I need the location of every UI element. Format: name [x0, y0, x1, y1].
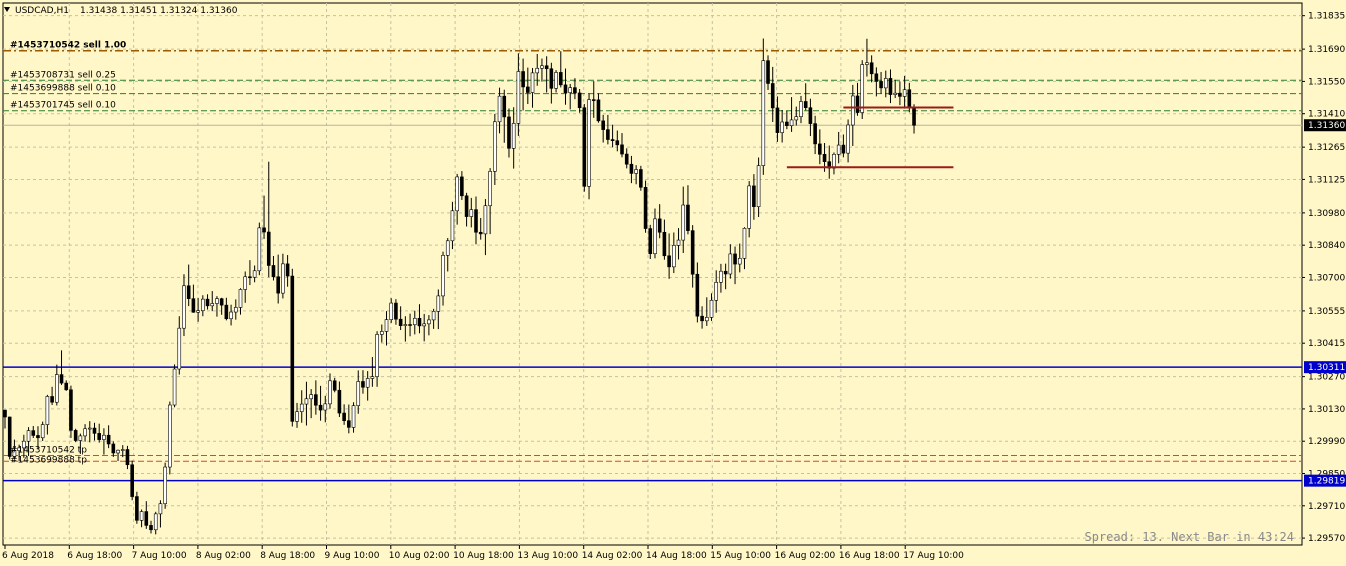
- svg-text:1.29819: 1.29819: [1308, 477, 1345, 487]
- svg-text:1.30311: 1.30311: [1308, 363, 1345, 373]
- candle: [172, 364, 177, 408]
- y-tick-label: 1.30840: [1308, 241, 1345, 251]
- x-tick-label: 6 Aug 18:00: [67, 551, 122, 561]
- order-label: #1453708731 sell 0.25: [10, 70, 116, 80]
- level-price-tag: 1.30311: [1304, 361, 1346, 374]
- candle: [639, 165, 643, 191]
- x-tick-label: 7 Aug 10:00: [132, 551, 187, 561]
- ohlc-text: 1.31438 1.31451 1.31324 1.31360: [80, 6, 238, 16]
- y-tick-label: 1.30700: [1308, 273, 1345, 283]
- candle: [163, 462, 167, 509]
- y-tick-label: 1.30130: [1308, 405, 1345, 415]
- order-label: #1453701745 sell 0.10: [10, 101, 116, 111]
- y-tick-label: 1.31265: [1308, 143, 1345, 153]
- y-tick-label: 1.31550: [1308, 77, 1345, 87]
- candle: [69, 385, 73, 438]
- y-tick-label: 1.31410: [1308, 110, 1345, 120]
- candle: [257, 222, 262, 276]
- order-label: #1453699888 sell 0.10: [10, 84, 116, 94]
- candle: [73, 428, 78, 443]
- chart-header: USDCAD,H1 1.31438 1.31451 1.31324 1.3136…: [4, 6, 238, 16]
- candle: [135, 491, 139, 524]
- x-tick-label: 6 Aug 2018: [2, 551, 54, 561]
- x-tick-label: 16 Aug 18:00: [839, 551, 900, 561]
- x-tick-label: 10 Aug 18:00: [453, 551, 514, 561]
- x-tick-label: 14 Aug 18:00: [646, 551, 707, 561]
- x-tick-label: 10 Aug 02:00: [389, 551, 450, 561]
- candle: [860, 60, 865, 120]
- spread-status: Spread: 13. Next Bar in 43:24: [1084, 530, 1294, 544]
- order-label: #1453699888 tp: [10, 455, 87, 465]
- order-label: #1453710542 sell 1.00: [10, 41, 126, 51]
- candle: [648, 224, 653, 260]
- x-tick-label: 16 Aug 02:00: [775, 551, 836, 561]
- candle: [582, 104, 587, 192]
- candle: [643, 180, 648, 233]
- y-tick-label: 1.29710: [1308, 502, 1345, 512]
- x-tick-label: 13 Aug 10:00: [517, 551, 578, 561]
- symbol-label: USDCAD,H1: [15, 6, 69, 16]
- candle: [290, 268, 295, 427]
- y-tick-label: 1.29990: [1308, 437, 1345, 447]
- y-tick-label: 1.31835: [1308, 12, 1345, 22]
- level-price-tag: 1.29819: [1304, 474, 1346, 487]
- x-tick-label: 8 Aug 18:00: [260, 551, 315, 561]
- svg-text:1.31360: 1.31360: [1308, 121, 1345, 131]
- y-tick-label: 1.31690: [1308, 45, 1345, 55]
- x-tick-label: 9 Aug 10:00: [325, 551, 380, 561]
- current-price-tag: 1.31360: [1304, 119, 1346, 132]
- x-tick-label: 15 Aug 10:00: [710, 551, 771, 561]
- price-chart[interactable]: 1.31835 1.31690 1.31550 1.31410 1.31265 1.311…: [0, 0, 1346, 566]
- candle: [587, 93, 591, 200]
- candle: [130, 460, 134, 501]
- y-tick-label: 1.30415: [1308, 339, 1345, 349]
- candle: [168, 401, 172, 475]
- x-tick-label: 17 Aug 10:00: [903, 551, 964, 561]
- x-tick-label: 14 Aug 02:00: [582, 551, 643, 561]
- order-label: #1453710542 tp: [10, 446, 87, 456]
- y-tick-label: 1.29570: [1308, 534, 1345, 544]
- y-tick-label: 1.30270: [1308, 373, 1345, 383]
- y-tick-label: 1.30980: [1308, 209, 1345, 219]
- chart-window[interactable]: 1.31835 1.31690 1.31550 1.31410 1.31265 1.311…: [0, 0, 1346, 566]
- y-tick-label: 1.31125: [1308, 175, 1345, 185]
- y-tick-label: 1.30555: [1308, 307, 1345, 317]
- x-tick-label: 8 Aug 02:00: [196, 551, 251, 561]
